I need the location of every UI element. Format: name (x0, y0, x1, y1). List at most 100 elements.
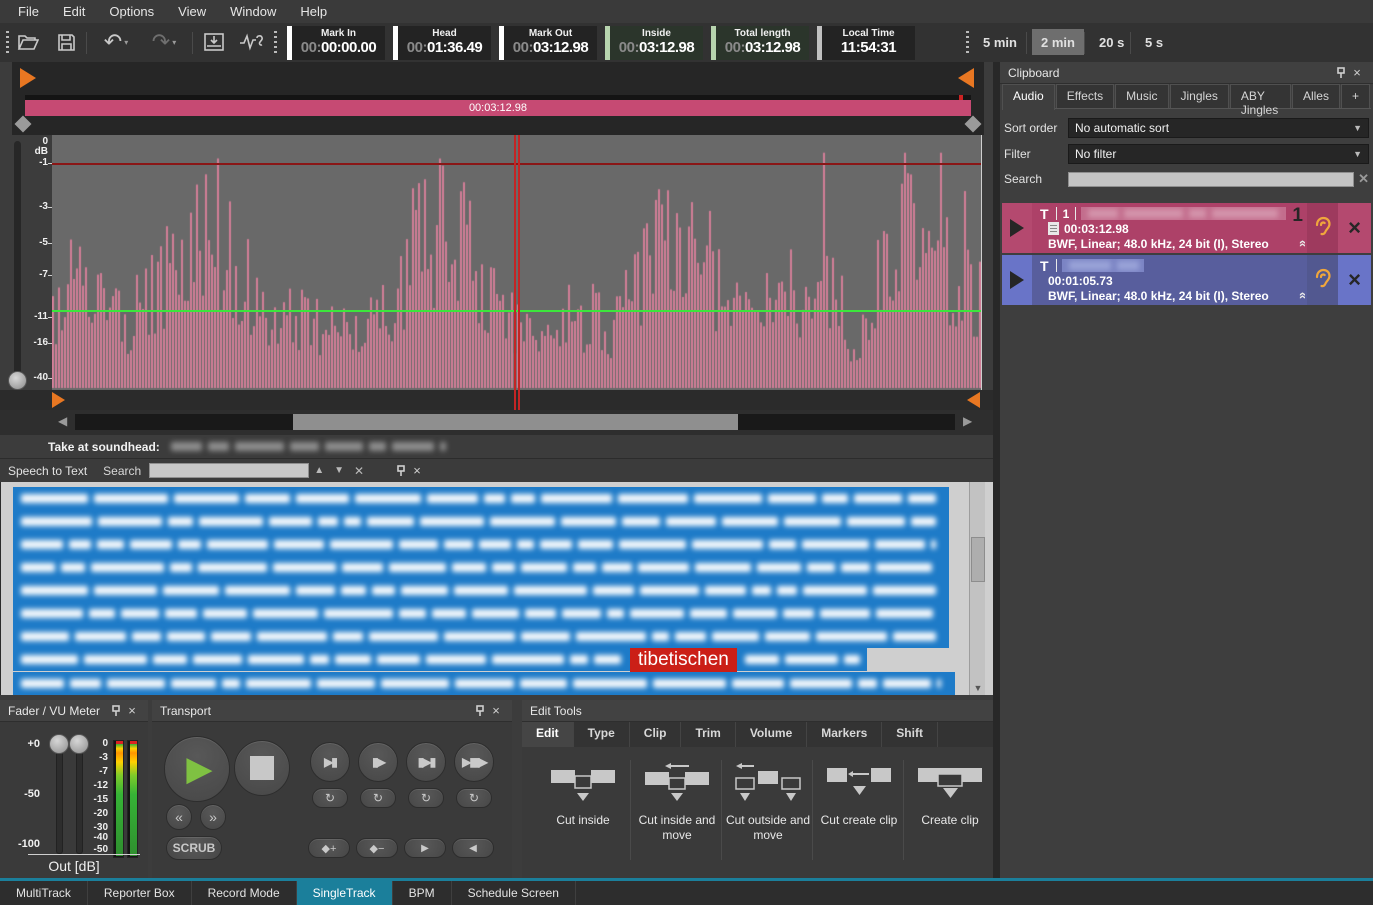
transcript-scrollbar-thumb[interactable] (971, 537, 985, 582)
search-prev-icon[interactable]: ▲ (309, 465, 329, 476)
undo-dropdown-caret[interactable]: ▾ (124, 38, 128, 47)
loop-button-2[interactable]: ↻ (360, 788, 396, 808)
close-icon[interactable]: × (124, 703, 140, 719)
open-file-button[interactable] (14, 29, 42, 55)
menu-help[interactable]: Help (288, 4, 339, 19)
zoom-preset-5s[interactable]: 5 s (1136, 29, 1172, 55)
clipboard-item-1[interactable]: T 1 1 00:03:12.98 BWF, Linear; 48.0 kHz,… (1002, 203, 1371, 253)
scroll-right-icon[interactable]: ▶ (963, 414, 972, 428)
item-play-button[interactable] (1002, 203, 1032, 253)
transcript-scrollbar[interactable]: ▼ (969, 482, 985, 695)
loop-button-1[interactable]: ↻ (312, 788, 348, 808)
next-marker-button[interactable]: ▶ (404, 838, 446, 858)
cut-inside-button[interactable]: Cut inside (538, 756, 628, 866)
menu-view[interactable]: View (166, 4, 218, 19)
panel-splitter[interactable] (993, 62, 1000, 878)
menu-file[interactable]: File (6, 4, 51, 19)
zoom-preset-20s[interactable]: 20 s (1090, 29, 1133, 55)
mark-out-edge-icon[interactable] (967, 392, 980, 408)
pin-icon[interactable] (472, 703, 488, 719)
collapse-chevrons-icon[interactable]: » (1294, 292, 1307, 299)
skip-back-button[interactable]: « (166, 804, 192, 830)
speech-search-input[interactable] (149, 463, 309, 478)
pin-icon[interactable] (108, 703, 124, 719)
add-marker-button[interactable]: ◆+ (308, 838, 350, 858)
tab-singletrack[interactable]: SingleTrack (297, 881, 393, 905)
fader-right-track[interactable] (76, 744, 83, 854)
tab-schedule-screen[interactable]: Schedule Screen (452, 881, 576, 905)
item-prelisten-button[interactable] (1307, 255, 1338, 305)
cut-inside-and-move-button[interactable]: Cut inside and move (632, 756, 722, 866)
scrub-button[interactable]: SCRUB (166, 836, 222, 860)
item-remove-button[interactable]: × (1338, 255, 1371, 305)
import-take-button[interactable] (200, 29, 228, 55)
collapse-chevrons-icon[interactable]: » (1294, 240, 1307, 247)
tab-shift[interactable]: Shift (882, 722, 938, 747)
prev-marker-button[interactable]: ◀ (452, 838, 494, 858)
tab-edit[interactable]: Edit (522, 722, 574, 747)
mark-out-marker-icon[interactable] (958, 68, 974, 88)
mark-out-display[interactable]: Mark Out 00:03:12.98 (499, 26, 597, 60)
tab-audio[interactable]: Audio (1002, 84, 1055, 110)
tab-type[interactable]: Type (574, 722, 630, 747)
stop-button[interactable] (234, 740, 290, 796)
zoom-preset-2min[interactable]: 2 min (1032, 29, 1084, 55)
item-prelisten-button[interactable] (1307, 203, 1338, 253)
tab-bpm[interactable]: BPM (393, 881, 452, 905)
tab-reporter-box[interactable]: Reporter Box (88, 881, 192, 905)
pin-icon[interactable] (1333, 65, 1349, 81)
play-from-head-button[interactable]: ▮▶ (358, 742, 398, 782)
tab-alles[interactable]: Alles (1292, 84, 1340, 108)
search-next-icon[interactable]: ▼ (329, 465, 349, 476)
loop-button-3[interactable]: ↻ (408, 788, 444, 808)
play-selection-button[interactable]: ▮▶▮ (406, 742, 446, 782)
tab-jingles[interactable]: Jingles (1170, 84, 1229, 108)
fader-left-track[interactable] (56, 744, 63, 854)
scroll-down-icon[interactable]: ▼ (970, 683, 986, 693)
toolbar-grip[interactable] (274, 31, 277, 55)
prelisten-button[interactable] (238, 29, 266, 55)
cut-create-clip-button[interactable]: Cut create clip (814, 756, 904, 866)
toolbar-grip[interactable] (6, 31, 9, 55)
item-remove-button[interactable]: × (1338, 203, 1371, 253)
undo-button[interactable]: ↶▾ (96, 29, 136, 55)
close-icon[interactable]: × (1349, 65, 1365, 81)
play-from-in-button[interactable]: ▶▮ (310, 742, 350, 782)
tab-effects[interactable]: Effects (1056, 84, 1114, 108)
menu-edit[interactable]: Edit (51, 4, 97, 19)
create-clip-button[interactable]: Create clip (905, 756, 995, 866)
mark-in-marker-icon[interactable] (20, 68, 36, 88)
waveform-scrollbar[interactable] (75, 414, 955, 430)
playhead-cursor[interactable] (514, 135, 520, 410)
clipboard-search-input[interactable] (1068, 172, 1354, 187)
remove-marker-button[interactable]: ◆− (356, 838, 398, 858)
waveform-scrollbar-thumb[interactable] (293, 414, 738, 430)
tab-multitrack[interactable]: MultiTrack (0, 881, 88, 905)
close-icon[interactable]: × (409, 463, 425, 479)
tab-markers[interactable]: Markers (807, 722, 882, 747)
mark-in-display[interactable]: Mark In 00:00:00.00 (287, 26, 385, 60)
menu-window[interactable]: Window (218, 4, 288, 19)
mark-in-edge-icon[interactable] (52, 392, 65, 408)
head-display[interactable]: Head 00:01:36.49 (393, 26, 491, 60)
tab-trim[interactable]: Trim (681, 722, 735, 747)
clipboard-item-2[interactable]: T 00:01:05.73 BWF, Linear; 48.0 kHz, 24 … (1002, 255, 1371, 305)
tab-aby-jingles[interactable]: ABY Jingles (1230, 84, 1291, 108)
inside-display[interactable]: Inside 00:03:12.98 (605, 26, 703, 60)
search-clear-icon[interactable]: ✕ (349, 464, 369, 478)
sort-order-dropdown[interactable]: No automatic sort▼ (1068, 118, 1369, 138)
redo-dropdown-caret[interactable]: ▾ (172, 38, 176, 47)
zoom-preset-5min[interactable]: 5 min (974, 29, 1026, 55)
search-match-highlight[interactable]: tibetischen (630, 648, 737, 674)
save-button[interactable] (52, 29, 80, 55)
tab-add[interactable]: + (1341, 84, 1370, 108)
scroll-left-icon[interactable]: ◀ (58, 414, 67, 428)
pin-icon[interactable] (393, 463, 409, 479)
loop-button-4[interactable]: ↻ (456, 788, 492, 808)
menu-options[interactable]: Options (97, 4, 166, 19)
tab-record-mode[interactable]: Record Mode (192, 881, 297, 905)
right-range-handle[interactable] (965, 116, 982, 133)
cut-outside-and-move-button[interactable]: Cut outside and move (723, 756, 813, 866)
search-clear-icon[interactable]: ✕ (1358, 171, 1369, 187)
track-overview[interactable]: 00:03:12.98 (12, 62, 984, 135)
